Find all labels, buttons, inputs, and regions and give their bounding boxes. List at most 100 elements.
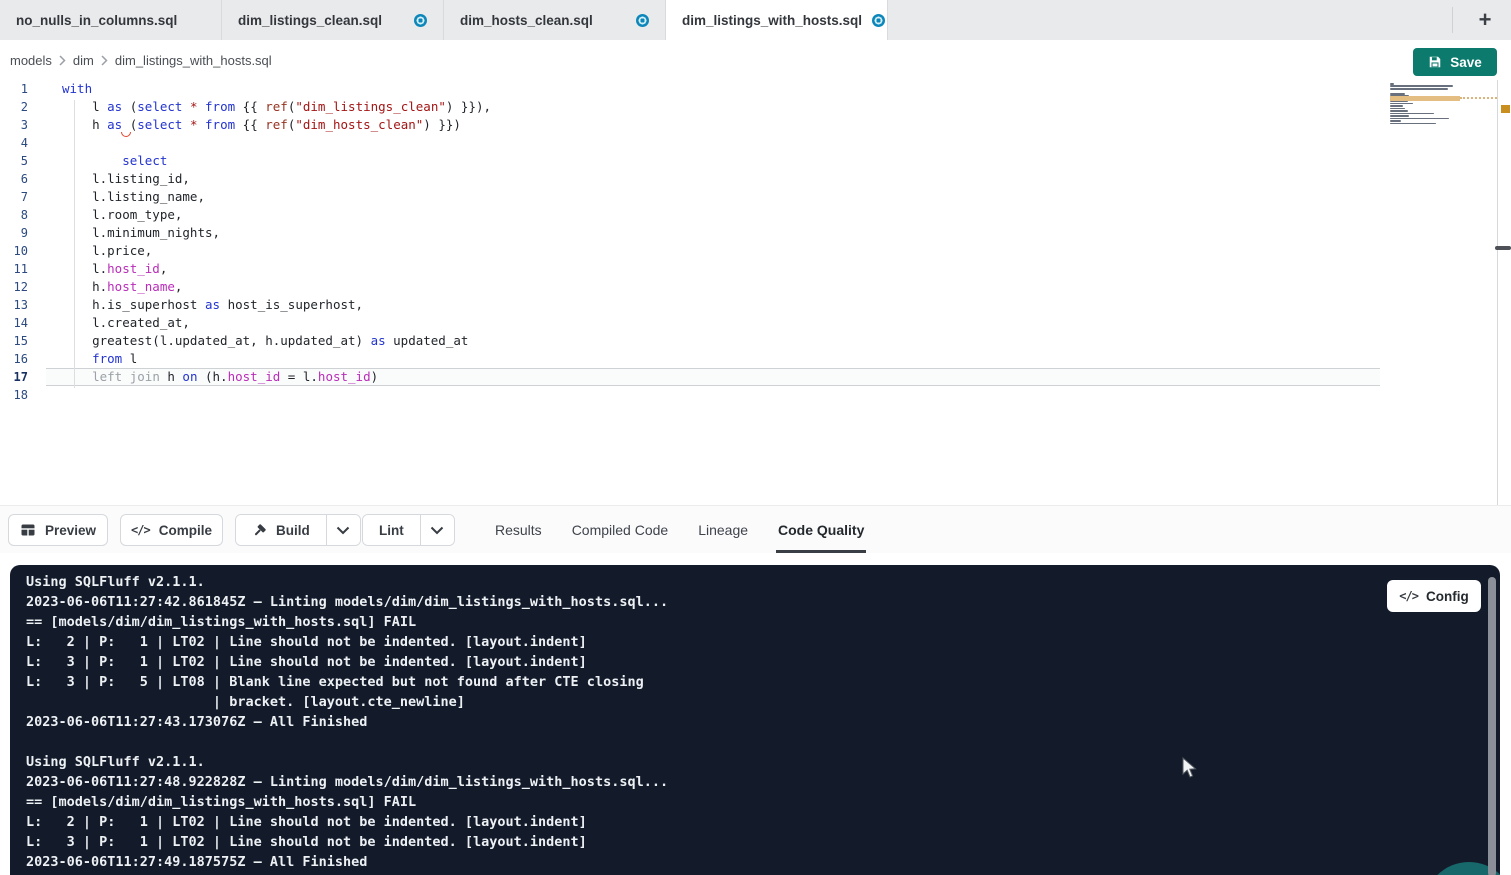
file-tab-label: dim_listings_clean.sql <box>238 13 382 28</box>
line-number: 10 <box>0 242 46 260</box>
code-line[interactable]: 16 from l <box>0 350 1511 368</box>
file-tab[interactable]: dim_listings_with_hosts.sql <box>666 0 888 40</box>
line-number: 1 <box>0 80 46 98</box>
code-editor[interactable]: 1with2 l as (select * from {{ ref("dim_l… <box>0 80 1511 505</box>
tab-bar-divider <box>1452 7 1453 33</box>
code-text: with <box>46 80 1511 98</box>
file-tab-label: no_nulls_in_columns.sql <box>16 13 177 28</box>
line-number: 9 <box>0 224 46 242</box>
indent-guide <box>74 100 75 388</box>
scroll-position-indicator <box>1495 246 1511 250</box>
code-text: l as (select * from {{ ref("dim_listings… <box>46 98 1511 116</box>
line-number: 8 <box>0 206 46 224</box>
code-text: greatest(l.updated_at, h.updated_at) as … <box>46 332 1511 350</box>
line-number: 6 <box>0 170 46 188</box>
tab-bar-spacer: + <box>888 0 1511 40</box>
lint-warning-marker[interactable] <box>1501 105 1510 113</box>
new-tab-button[interactable]: + <box>1471 6 1499 34</box>
build-dropdown-button[interactable] <box>326 515 360 545</box>
code-line[interactable]: 3 h as (select * from {{ ref("dim_hosts_… <box>0 116 1511 134</box>
preview-button[interactable]: Preview <box>8 514 108 546</box>
code-line[interactable]: 7 l.listing_name, <box>0 188 1511 206</box>
line-number: 11 <box>0 260 46 278</box>
panel-tab-code-quality[interactable]: Code Quality <box>778 506 864 553</box>
code-text: h.is_superhost as host_is_superhost, <box>46 296 1511 314</box>
minimap-line <box>1390 110 1408 112</box>
minimap[interactable] <box>1390 83 1458 128</box>
code-line[interactable]: 6 l.listing_id, <box>0 170 1511 188</box>
chevron-right-icon <box>101 55 108 66</box>
lint-dropdown-button[interactable] <box>420 515 454 545</box>
code-text: l.listing_id, <box>46 170 1511 188</box>
lint-button-label: Lint <box>379 523 404 538</box>
file-tab-label: dim_listings_with_hosts.sql <box>682 13 862 28</box>
chevron-right-icon <box>59 55 66 66</box>
minimap-line <box>1390 83 1394 85</box>
line-number: 2 <box>0 98 46 116</box>
minimap-line <box>1390 105 1403 107</box>
line-number: 16 <box>0 350 46 368</box>
code-text: left join h on (h.host_id = l.host_id) <box>46 368 1380 386</box>
code-text: h.host_name, <box>46 278 1511 296</box>
code-text: l.minimum_nights, <box>46 224 1511 242</box>
code-line[interactable]: 15 greatest(l.updated_at, h.updated_at) … <box>0 332 1511 350</box>
line-number: 3 <box>0 116 46 134</box>
unsaved-changes-icon <box>872 14 885 27</box>
file-tab[interactable]: no_nulls_in_columns.sql <box>0 0 222 40</box>
minimap-line <box>1390 118 1449 120</box>
panel-tab-results[interactable]: Results <box>495 506 542 553</box>
panel-tab-compiled-code[interactable]: Compiled Code <box>572 506 669 553</box>
hammer-icon <box>252 523 267 538</box>
minimap-line <box>1390 88 1448 90</box>
code-text: from l <box>46 350 1511 368</box>
terminal-panel: Using SQLFluff v2.1.1.2023-06-06T11:27:4… <box>10 565 1500 875</box>
file-tab[interactable]: dim_listings_clean.sql <box>222 0 444 40</box>
code-line[interactable]: 4 <box>0 134 1511 152</box>
line-number: 13 <box>0 296 46 314</box>
breadcrumb-item-dim: dim <box>73 53 94 68</box>
scroll-annotation-gutter[interactable] <box>1497 80 1511 505</box>
code-text: l.created_at, <box>46 314 1511 332</box>
line-number: 14 <box>0 314 46 332</box>
code-line[interactable]: 14 l.created_at, <box>0 314 1511 332</box>
save-button[interactable]: Save <box>1413 48 1497 76</box>
config-button[interactable]: </> Config <box>1387 580 1481 612</box>
minimap-line <box>1390 93 1405 95</box>
minimap-line <box>1390 108 1405 110</box>
line-number: 7 <box>0 188 46 206</box>
code-line[interactable]: 1with <box>0 80 1511 98</box>
code-line[interactable]: 8 l.room_type, <box>0 206 1511 224</box>
compile-button[interactable]: </> Compile <box>120 514 223 546</box>
code-line[interactable]: 13 h.is_superhost as host_is_superhost, <box>0 296 1511 314</box>
mouse-cursor-icon <box>1182 757 1198 779</box>
breadcrumb-item-file: dim_listings_with_hosts.sql <box>115 53 272 68</box>
code-line[interactable]: 17 left join h on (h.host_id = l.host_id… <box>0 368 1511 386</box>
build-button-label: Build <box>276 523 310 538</box>
lint-button[interactable]: Lint <box>363 515 420 545</box>
code-lines: 1with2 l as (select * from {{ ref("dim_l… <box>0 80 1511 404</box>
preview-button-label: Preview <box>45 523 96 538</box>
code-line[interactable]: 10 l.price, <box>0 242 1511 260</box>
code-line[interactable]: 5 select <box>0 152 1511 170</box>
chevron-down-icon <box>336 526 350 535</box>
table-icon <box>20 522 36 538</box>
terminal-scrollbar[interactable] <box>1488 577 1496 875</box>
line-number: 17 <box>0 368 46 386</box>
minimap-highlight-extension <box>1460 97 1497 99</box>
terminal-log: Using SQLFluff v2.1.1.2023-06-06T11:27:4… <box>26 572 668 872</box>
panel-tab-lineage[interactable]: Lineage <box>698 506 748 553</box>
code-line[interactable]: 12 h.host_name, <box>0 278 1511 296</box>
minimap-line <box>1390 113 1434 115</box>
file-tab[interactable]: dim_hosts_clean.sql <box>444 0 666 40</box>
code-line[interactable]: 18 <box>0 386 1511 404</box>
minimap-line <box>1390 120 1401 122</box>
save-button-label: Save <box>1450 55 1482 70</box>
build-button[interactable]: Build <box>236 515 326 545</box>
editor-toolbar: Preview </> Compile Build Lint <box>0 505 1511 553</box>
code-text: select <box>46 152 1511 170</box>
minimap-line <box>1390 85 1453 87</box>
code-line[interactable]: 9 l.minimum_nights, <box>0 224 1511 242</box>
code-line[interactable]: 11 l.host_id, <box>0 260 1511 278</box>
minimap-line <box>1390 103 1413 105</box>
code-line[interactable]: 2 l as (select * from {{ ref("dim_listin… <box>0 98 1511 116</box>
